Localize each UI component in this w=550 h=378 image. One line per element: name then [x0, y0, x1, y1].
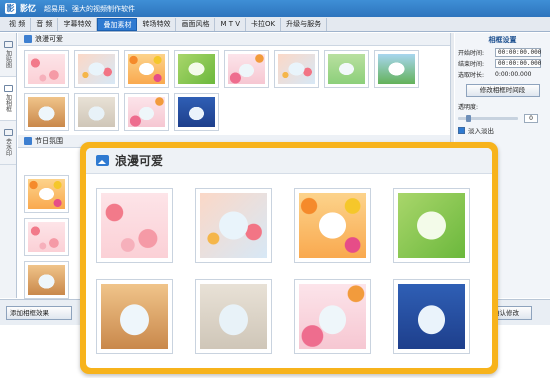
nav-label: 加相框 [4, 94, 12, 112]
tab-overlay-materials[interactable]: 叠加素材 [97, 17, 138, 31]
callout-panel: 浪漫可爱 [86, 148, 492, 368]
frame-thumb-large[interactable] [393, 279, 470, 354]
nav-label: 加贴图 [4, 50, 12, 68]
frame-thumb[interactable] [24, 50, 69, 88]
title-bar: 影 影忆 超易用、强大的视频制作软件 [0, 0, 550, 17]
thumb-grid [18, 46, 450, 135]
holiday-thumbs [24, 175, 76, 299]
opacity-slider-row: 0 [458, 114, 547, 123]
tab-subtitle-effects[interactable]: 字幕特效 [58, 17, 98, 31]
frame-thumb-large[interactable] [195, 279, 272, 354]
frame-thumb[interactable] [174, 93, 219, 131]
end-time-input[interactable]: 00:00:00.000 [495, 59, 541, 68]
frame-thumb[interactable] [24, 261, 69, 299]
opacity-label: 透明度: [458, 104, 479, 111]
frame-thumb[interactable] [124, 93, 169, 131]
callout-title: 浪漫可爱 [115, 154, 164, 168]
app-name: 影忆 [20, 4, 36, 13]
nav-add-frame[interactable]: 加相框 [0, 77, 16, 121]
tab-video[interactable]: 视 频 [4, 17, 32, 31]
tab-mtv[interactable]: M T V [215, 17, 247, 31]
fade-checkbox-row[interactable]: 淡入淡出 [455, 125, 550, 135]
sticker-icon [3, 41, 13, 48]
zoom-callout: 浪漫可爱 [80, 142, 498, 374]
nav-label: 去水印 [4, 138, 12, 156]
frame-thumb-large[interactable] [294, 279, 371, 354]
opacity-value[interactable]: 0 [524, 114, 538, 123]
nav-add-sticker[interactable]: 加贴图 [0, 33, 16, 77]
tab-upgrade-service[interactable]: 升级与服务 [281, 17, 328, 31]
frame-thumb[interactable] [374, 50, 419, 88]
app-tagline: 超易用、强大的视频制作软件 [44, 4, 135, 13]
section-header: 浪漫可爱 [18, 33, 450, 46]
section-title: 节日氛围 [35, 137, 63, 145]
frame-thumb[interactable] [24, 93, 69, 131]
panel-title: 相框设置 [488, 36, 517, 44]
frame-thumb-large[interactable] [294, 188, 371, 263]
callout-thumb-grid [86, 174, 492, 354]
duration-row: 选取时长: 0:00:00.000 [455, 69, 550, 80]
frame-thumb[interactable] [24, 218, 69, 256]
app-logo-icon: 影 [5, 3, 16, 14]
frame-thumb[interactable] [74, 50, 119, 88]
watermark-icon [3, 129, 13, 136]
section-title: 浪漫可爱 [35, 35, 63, 43]
left-nav: 加贴图 加相框 去水印 [0, 33, 17, 298]
frame-thumb-large[interactable] [195, 188, 272, 263]
opacity-slider[interactable] [458, 115, 518, 122]
frame-thumb-large[interactable] [96, 279, 173, 354]
start-time-row: 开始时间: 00:00:00.000 [455, 47, 550, 58]
tab-audio[interactable]: 音 频 [31, 17, 59, 31]
duration-label: 选取时长: [458, 72, 485, 79]
slider-knob[interactable] [466, 115, 471, 122]
image-icon [96, 155, 109, 166]
frame-thumb[interactable] [274, 50, 319, 88]
fade-checkbox[interactable] [458, 126, 465, 134]
tab-picture-style[interactable]: 画面风格 [176, 17, 216, 31]
frame-thumb[interactable] [124, 50, 169, 88]
frame-thumb[interactable] [224, 50, 269, 88]
frame-icon [3, 85, 13, 92]
frame-thumb[interactable] [174, 50, 219, 88]
nav-remove-watermark[interactable]: 去水印 [0, 121, 16, 165]
callout-header: 浪漫可爱 [86, 148, 492, 174]
image-icon [24, 35, 32, 43]
frame-thumb-large[interactable] [393, 188, 470, 263]
image-icon [24, 137, 32, 145]
add-frame-effect-button[interactable]: 添加相框效果 [6, 306, 72, 320]
duration-value: 0:00:00.000 [495, 71, 532, 78]
tab-transitions[interactable]: 转场特效 [137, 17, 177, 31]
modify-frame-time-button[interactable]: 修改相框时间段 [465, 84, 540, 97]
tab-karaoke[interactable]: 卡拉OK [246, 17, 282, 31]
frame-thumb[interactable] [324, 50, 369, 88]
main-tabs: 视 频 音 频 字幕特效 叠加素材 转场特效 画面风格 M T V 卡拉OK 升… [0, 17, 550, 32]
frame-thumb[interactable] [74, 93, 119, 131]
end-time-label: 结束时间: [458, 61, 485, 68]
frame-thumb[interactable] [24, 175, 69, 213]
start-time-label: 开始时间: [458, 50, 485, 57]
start-time-input[interactable]: 00:00:00.000 [495, 48, 541, 57]
frame-thumb-large[interactable] [96, 188, 173, 263]
end-time-row: 结束时间: 00:00:00.000 [455, 58, 550, 69]
fade-label: 淡入淡出 [468, 127, 494, 135]
